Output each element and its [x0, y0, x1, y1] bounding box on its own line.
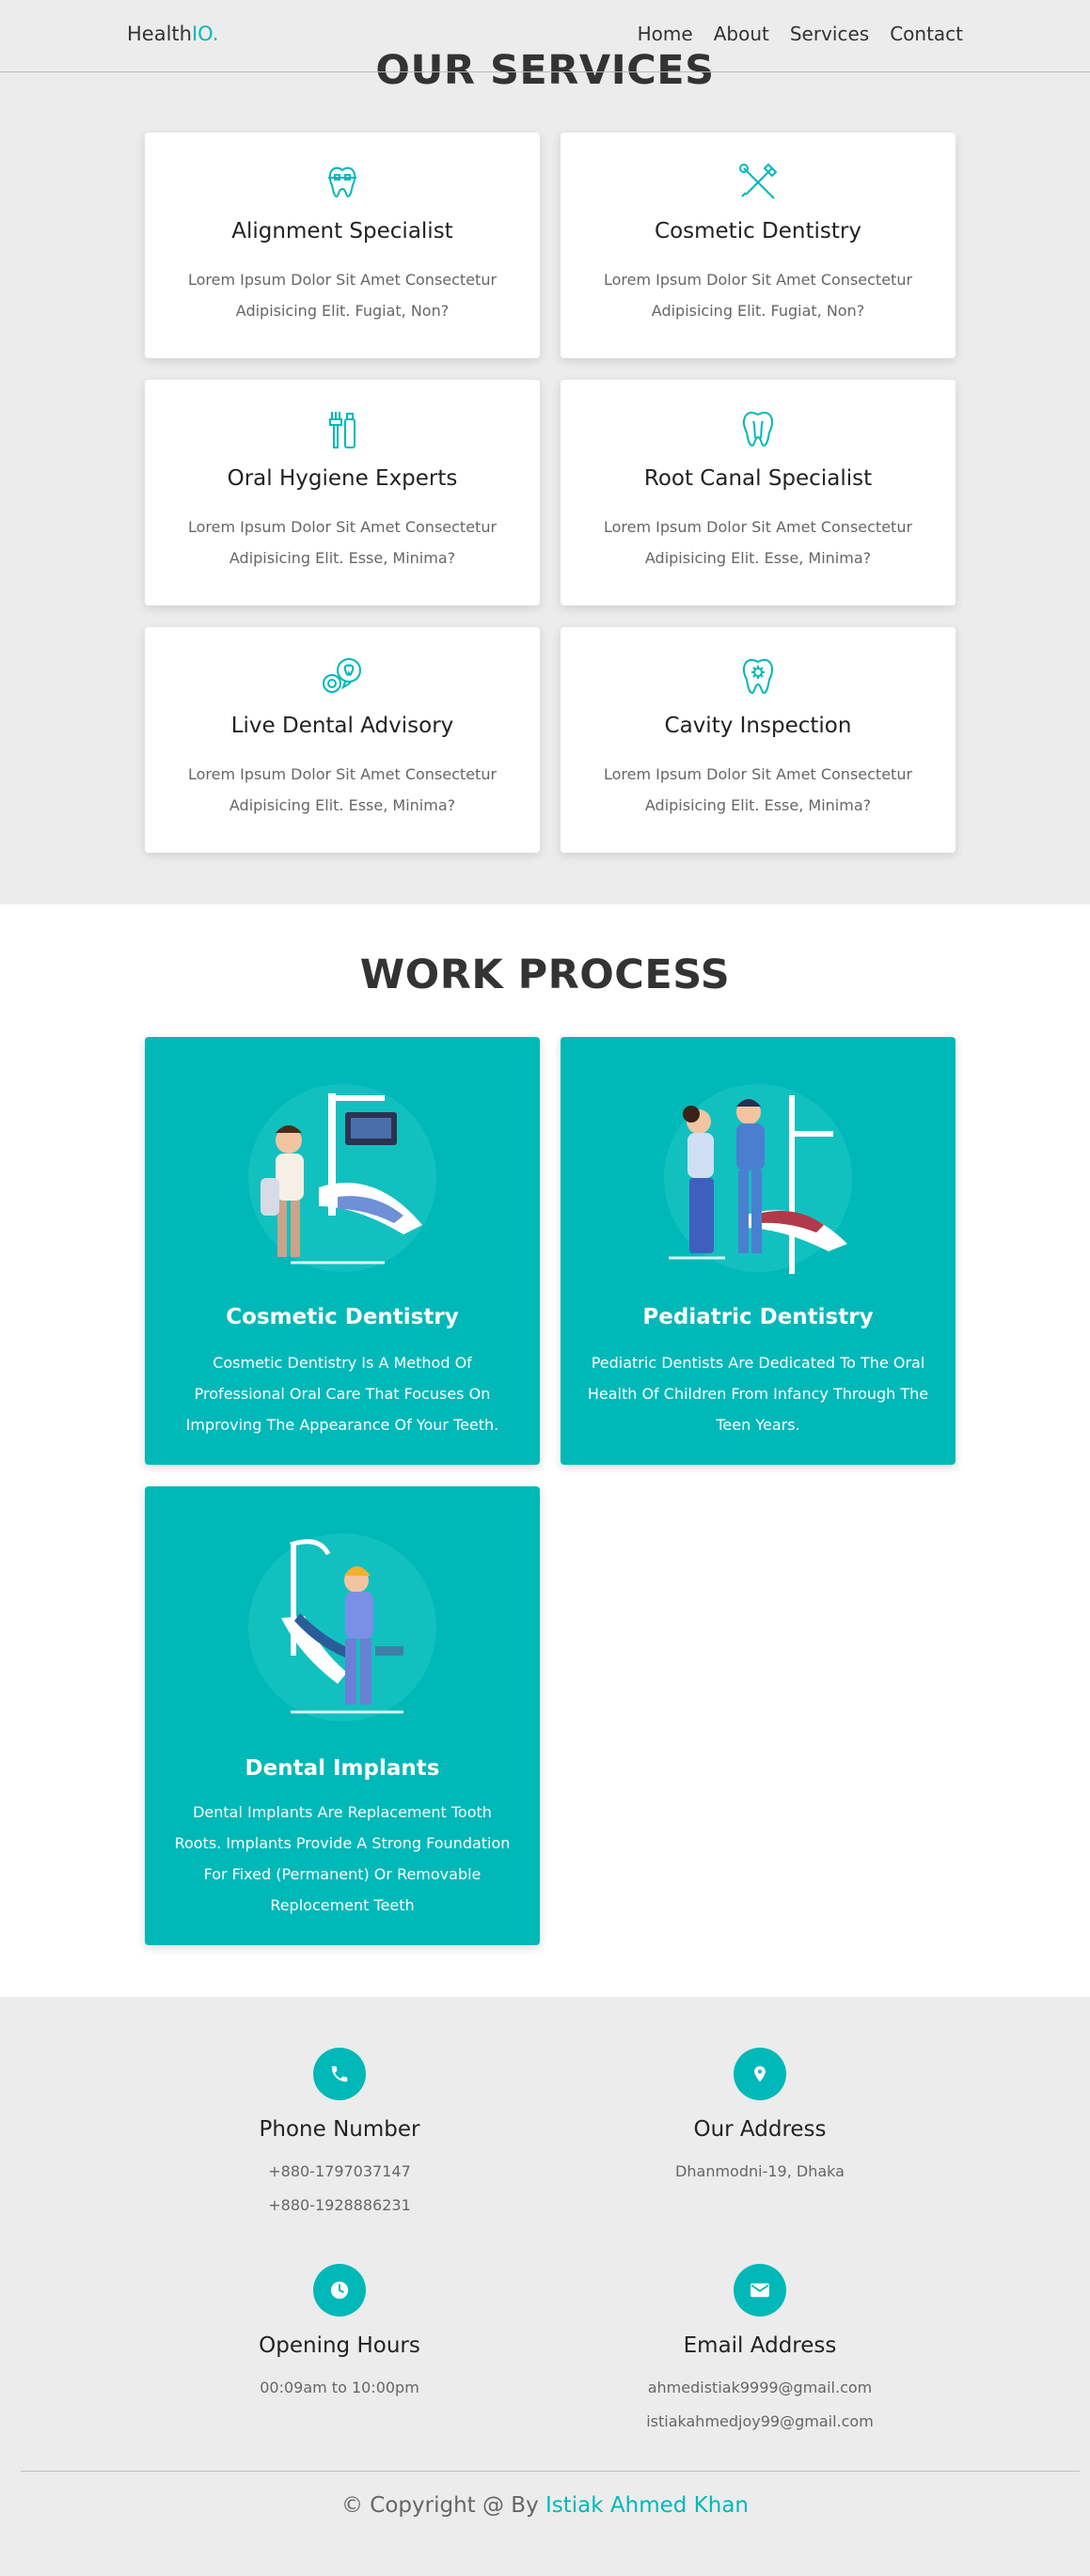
- copyright-text: © Copyright @ By: [340, 2493, 539, 2518]
- service-title: Cavity Inspection: [664, 714, 852, 738]
- work-card-title: Dental Implants: [245, 1756, 440, 1781]
- contact-line: istiakahmedjoy99@gmail.com: [646, 2412, 874, 2430]
- service-text: Lorem Ipsum Dolor Sit Amet Consectetur A…: [187, 271, 498, 320]
- service-text: Lorem Ipsum Dolor Sit Amet Consectetur A…: [187, 765, 498, 814]
- toothbrush-paste-icon: [329, 412, 355, 448]
- contact-line: Dhanmodni-19, Dhaka: [675, 2162, 845, 2180]
- service-text: Lorem Ipsum Dolor Sit Amet Consectetur A…: [603, 765, 913, 814]
- work-card-title: Pediatric Dentistry: [642, 1305, 874, 1329]
- contact-line: 00:09am to 10:00pm: [260, 2379, 419, 2396]
- nav-contact[interactable]: Contact: [890, 23, 963, 45]
- nav-about[interactable]: About: [714, 23, 769, 45]
- contact-title: Phone Number: [259, 2117, 420, 2142]
- services-section: OUR SERVICES Alignment Specialist Lorem …: [0, 0, 1090, 904]
- service-text: Lorem Ipsum Dolor Sit Amet Consectetur A…: [603, 271, 913, 320]
- nav-services[interactable]: Services: [790, 23, 869, 45]
- footer-divider: [21, 2471, 1080, 2472]
- service-title: Oral Hygiene Experts: [227, 466, 458, 491]
- work-card: Cosmetic Dentistry Cosmetic Dentistry Is…: [145, 1037, 540, 1465]
- service-card: Oral Hygiene Experts Lorem Ipsum Dolor S…: [145, 380, 540, 605]
- contact-line: +880-1797037147: [268, 2162, 411, 2180]
- phone-icon: [313, 2048, 366, 2100]
- copyright: © Copyright @ By Istiak Ahmed Khan: [0, 2493, 1090, 2518]
- service-text: Lorem Ipsum Dolor Sit Amet Consectetur A…: [187, 518, 498, 567]
- work-card-title: Cosmetic Dentistry: [226, 1305, 459, 1329]
- contact-title: Our Address: [693, 2117, 827, 2142]
- work-card-text: Cosmetic Dentistry Is A Method Of Profes…: [185, 1354, 499, 1434]
- contact-title: Email Address: [683, 2333, 837, 2358]
- service-title: Alignment Specialist: [231, 219, 453, 243]
- work-process-title: WORK PROCESS: [359, 951, 731, 998]
- chat-bubbles-tooth-icon: [323, 658, 361, 693]
- root-canal-tooth-icon: [743, 411, 773, 448]
- contact-line: +880-1928886231: [268, 2196, 411, 2214]
- contact-title: Opening Hours: [259, 2333, 420, 2358]
- contact-section: Phone Number +880-1797037147 +880-192888…: [0, 1997, 1090, 2576]
- tooth-gear-icon: [743, 658, 773, 695]
- service-card: Cavity Inspection Lorem Ipsum Dolor Sit …: [561, 627, 956, 853]
- nav-home[interactable]: Home: [638, 23, 693, 45]
- contact-phone: Phone Number +880-1797037147 +880-192888…: [142, 2048, 537, 2223]
- contact-hours: Opening Hours 00:09am to 10:00pm: [142, 2264, 537, 2405]
- site-header: HealthIO. Home About Services Contact: [0, 0, 1090, 72]
- main-nav: Home About Services Contact: [638, 23, 963, 45]
- service-title: Root Canal Specialist: [643, 466, 873, 491]
- contact-line: ahmedistiak9999@gmail.com: [647, 2379, 873, 2396]
- service-text: Lorem Ipsum Dolor Sit Amet Consectetur A…: [603, 518, 913, 567]
- service-card: Live Dental Advisory Lorem Ipsum Dolor S…: [145, 627, 540, 853]
- service-card: Alignment Specialist Lorem Ipsum Dolor S…: [145, 133, 540, 358]
- work-card-text: Dental Implants Are Replacement Tooth Ro…: [174, 1803, 511, 1914]
- contact-address: Our Address Dhanmodni-19, Dhaka: [562, 2048, 957, 2189]
- service-card: Cosmetic Dentistry Lorem Ipsum Dolor Sit…: [561, 133, 956, 358]
- work-card: Dental Implants Dental Implants Are Repl…: [145, 1486, 540, 1945]
- work-card: Pediatric Dentistry Pediatric Dentists A…: [561, 1037, 956, 1465]
- envelope-icon: [734, 2264, 786, 2317]
- service-title: Live Dental Advisory: [230, 714, 454, 738]
- service-card: Root Canal Specialist Lorem Ipsum Dolor …: [561, 380, 956, 605]
- logo[interactable]: HealthIO.: [127, 23, 219, 45]
- clock-icon: [313, 2264, 366, 2317]
- service-title: Cosmetic Dentistry: [655, 219, 861, 243]
- pediatric-dentistry-illustration: [664, 1084, 852, 1274]
- dental-tools-icon: [739, 163, 778, 199]
- tooth-braces-icon: [328, 166, 356, 198]
- dental-implants-illustration: [248, 1533, 436, 1721]
- work-card-text: Pediatric Dentists Are Dedicated To The …: [587, 1354, 929, 1434]
- map-pin-icon: [734, 2048, 786, 2100]
- author-link[interactable]: Istiak Ahmed Khan: [545, 2493, 749, 2518]
- cosmetic-dentistry-illustration: [248, 1084, 436, 1272]
- contact-email: Email Address ahmedistiak9999@gmail.com …: [562, 2264, 957, 2439]
